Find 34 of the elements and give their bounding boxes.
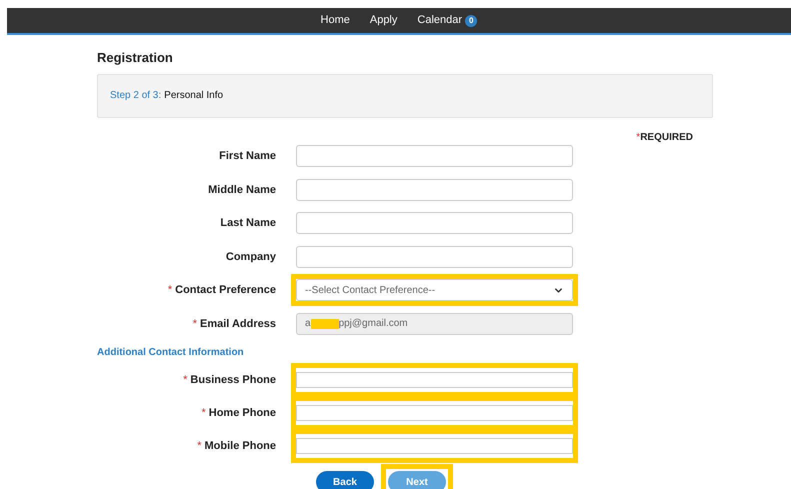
field-label: Last Name	[220, 216, 276, 231]
field-label: Business Phone	[190, 372, 276, 388]
required-marker: *	[197, 438, 202, 454]
field-label: Company	[226, 250, 276, 264]
text-field[interactable]	[296, 145, 573, 168]
nav-link[interactable]: Home	[320, 12, 350, 29]
text-field[interactable]	[296, 212, 573, 234]
section-title: Additional Contact Information	[97, 346, 245, 360]
email-value: a ppj@gmail.com	[305, 317, 408, 332]
required-legend: REQUIRED	[640, 130, 693, 145]
text-field[interactable]	[296, 178, 573, 201]
field-label: Contact Preference	[175, 283, 276, 298]
phone-field[interactable]	[296, 405, 573, 421]
nav-button[interactable]: Back	[316, 471, 374, 489]
nav-link[interactable]: Apply	[370, 12, 398, 29]
field-label: Middle Name	[208, 182, 276, 198]
field-label: First Name	[219, 149, 276, 164]
text-field[interactable]	[296, 246, 573, 268]
page-title: Registration	[97, 49, 174, 67]
field-label: Email Address	[200, 316, 276, 332]
required-marker: *	[183, 372, 188, 388]
required-marker: *	[636, 131, 640, 145]
step-link[interactable]: Step 2 of 3:	[110, 88, 162, 103]
phone-field[interactable]	[296, 438, 573, 454]
field-label: Mobile Phone	[204, 438, 276, 454]
step-name: Personal Info	[164, 89, 224, 103]
field-label: Home Phone	[208, 406, 276, 421]
required-marker: *	[192, 316, 197, 332]
required-marker: *	[168, 283, 172, 298]
contact-preference-select[interactable]: --Select Contact Preference--	[296, 279, 573, 302]
phone-field[interactable]	[296, 372, 573, 388]
required-marker: *	[201, 406, 206, 421]
count-badge: 0	[465, 14, 478, 26]
nav-link[interactable]: Calendar 0	[417, 12, 478, 29]
